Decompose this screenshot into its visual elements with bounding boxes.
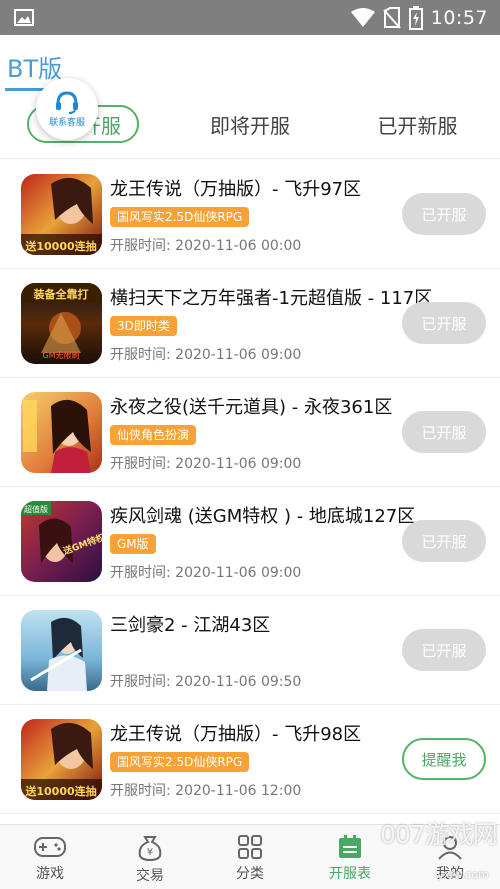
server-name: 三剑豪2 - 江湖43区 [110,615,271,636]
server-row[interactable]: 三剑豪2 - 江湖43区 开服时间: 2020-11-06 09:50 已开服 [0,596,500,705]
battery-charging-icon [408,6,423,30]
tab-label: 已开新服 [377,113,458,138]
opened-button[interactable]: 已开服 [402,520,486,562]
open-time: 开服时间: 2020-11-06 09:00 [110,347,302,363]
server-name: 龙王传说（万抽版）- 飞升97区 [110,179,362,200]
game-icon [21,392,102,473]
server-name: 横扫天下之万年强者-1元超值版 - 117区 [110,288,433,309]
nav-category[interactable]: 分类 [200,825,300,889]
icon-caption: GM无限刷 [42,351,79,360]
game-icon: 送10000连抽 [21,719,102,800]
game-tag: GM版 [110,534,156,554]
money-bag-icon: ¥ [138,836,162,862]
open-time: 开服时间: 2020-11-06 09:50 [110,674,302,690]
open-time: 开服时间: 2020-11-06 00:00 [110,238,302,254]
tab-label: 即将开服 [210,113,290,138]
game-tag: 3D即时类 [110,316,177,336]
icon-caption: 装备全靠打 [33,287,89,301]
calendar-icon [339,835,361,858]
server-name: 永夜之役(送千元道具) - 永夜361区 [110,397,393,418]
nav-label: 交易 [136,868,164,884]
opened-button[interactable]: 已开服 [402,193,486,235]
server-row[interactable]: 送10000连抽 龙王传说（万抽版）- 飞升98区 国风写实2.5D仙侠RPG … [0,705,500,814]
page-title[interactable]: BT版 [7,49,62,84]
icon-caption: 送10000连抽 [24,239,96,253]
icon-caption: 送10000连抽 [24,784,96,798]
game-icon: 送10000连抽 [21,174,102,255]
game-icon: 超值版 送GM特权 [21,501,102,582]
remind-me-button[interactable]: 提醒我 [402,738,486,780]
server-row[interactable]: 送10000连抽 龙王传说（万抽版）- 飞升97区 国风写实2.5D仙侠RPG … [0,160,500,269]
nav-label: 分类 [236,866,264,882]
server-row[interactable]: 超值版 送GM特权 疾风剑魂 (送GM特权 ) - 地底城127区 GM版 开服… [0,487,500,596]
server-name: 疾风剑魂 (送GM特权 ) - 地底城127区 [110,506,416,527]
tab-upcoming[interactable]: 即将开服 [190,105,310,143]
nav-label: 游戏 [36,866,64,882]
status-bar: 10:57 [0,0,500,35]
opened-button[interactable]: 已开服 [402,411,486,453]
opened-button[interactable]: 已开服 [402,302,486,344]
open-time: 开服时间: 2020-11-06 09:00 [110,456,302,472]
open-time: 开服时间: 2020-11-06 12:00 [110,783,302,799]
tab-new-opened[interactable]: 已开新服 [360,105,475,143]
server-name: 龙王传说（万抽版）- 飞升98区 [110,724,362,745]
status-time: 10:57 [430,7,488,29]
open-time: 开服时间: 2020-11-06 09:00 [110,565,302,581]
wifi-icon [350,8,375,27]
no-sim-icon [382,7,401,29]
grid-icon [238,835,262,859]
game-tag: 国风写实2.5D仙侠RPG [110,752,250,772]
svg-text:¥: ¥ [147,847,153,858]
nav-label: 开服表 [329,866,371,882]
watermark-subtext: yxfw.com [437,868,489,881]
nav-trade[interactable]: ¥ 交易 [100,825,200,889]
headset-icon [56,91,78,114]
game-tag: 仙侠角色扮演 [110,425,197,445]
icon-caption: 超值版 [24,504,48,514]
game-icon [21,610,102,691]
game-tag: 国风写实2.5D仙侠RPG [110,207,250,227]
opened-button[interactable]: 已开服 [402,629,486,671]
server-row[interactable]: 装备全靠打 GM无限刷 横扫天下之万年强者-1元超值版 - 117区 3D即时类… [0,269,500,378]
server-list: 送10000连抽 龙王传说（万抽版）- 飞升97区 国风写实2.5D仙侠RPG … [0,160,500,814]
gallery-icon [14,9,34,26]
game-icon: 装备全靠打 GM无限刷 [21,283,102,364]
nav-games[interactable]: 游戏 [0,825,100,889]
watermark: 007游戏网 [380,820,498,849]
server-row[interactable]: 永夜之役(送千元道具) - 永夜361区 仙侠角色扮演 开服时间: 2020-1… [0,378,500,487]
gamepad-icon [34,837,66,857]
contact-service-button[interactable]: 联系客服 [36,78,98,140]
contact-service-label: 联系客服 [48,118,85,128]
